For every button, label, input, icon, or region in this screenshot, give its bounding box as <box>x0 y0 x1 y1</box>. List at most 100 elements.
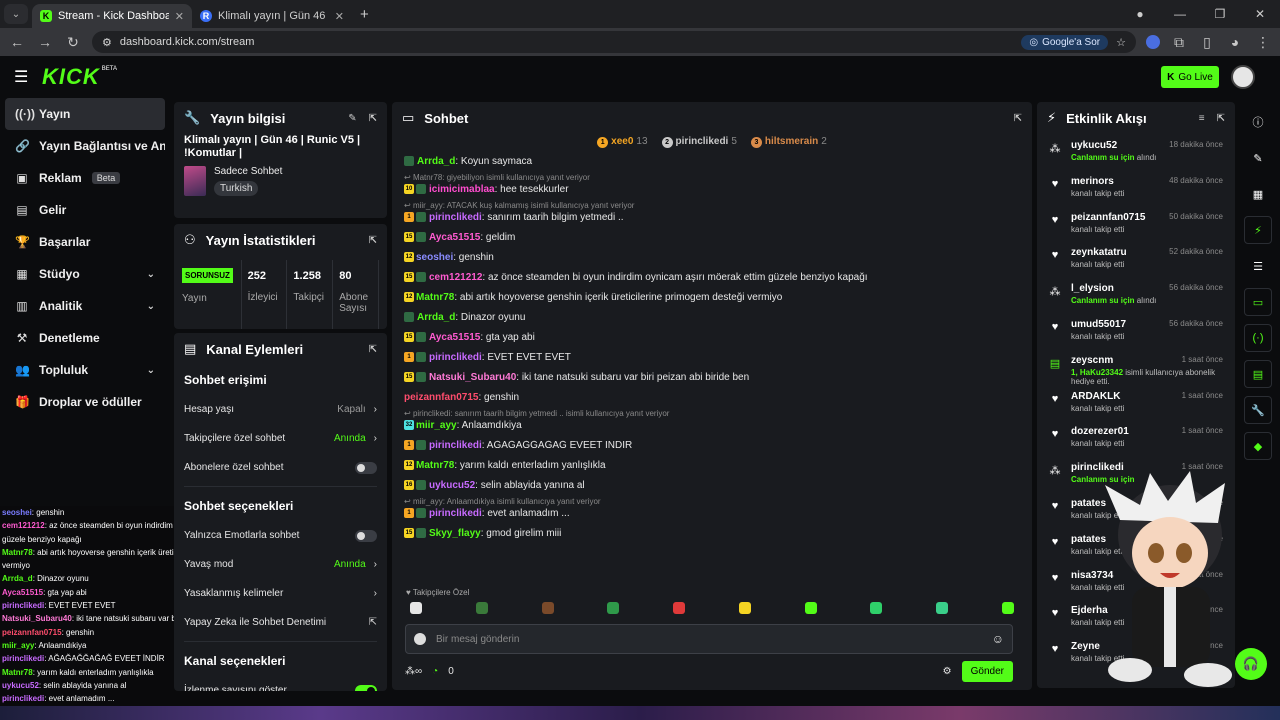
emote-box[interactable] <box>870 602 883 614</box>
activity-username[interactable]: umud55017 <box>1071 319 1126 330</box>
emote-frog[interactable] <box>607 602 620 614</box>
option-row[interactable]: Yapay Zeka ile Sohbet Denetimi ⇱ <box>174 608 387 637</box>
profile-dot-icon[interactable]: ● <box>1120 7 1160 21</box>
activity-item[interactable]: ⁂ l_elysion 56 dakika önce Canlanım su iç… <box>1037 277 1235 313</box>
toggle-switch[interactable] <box>355 684 377 691</box>
emote-slime[interactable] <box>804 602 817 614</box>
sidebar-item[interactable]: ▣ Reklam Beta <box>5 162 165 194</box>
option-row[interactable]: İzlenme sayısını göster <box>174 676 387 691</box>
chevron-right-icon[interactable]: › <box>374 559 377 570</box>
info-icon[interactable]: ⓘ <box>1244 108 1272 136</box>
popout-icon[interactable]: ⇱ <box>369 344 377 355</box>
emote-gnome[interactable] <box>475 602 488 614</box>
user-avatar[interactable] <box>1231 65 1255 89</box>
sidebar-item[interactable]: 🔗 Yayın Bağlantısı ve Anahtarı <box>5 130 165 162</box>
activity-username[interactable]: l_elysion <box>1071 283 1114 294</box>
chat-message[interactable]: 16 uykucu52: selin ablayida yanına al <box>404 480 1020 491</box>
chat-toggle-icon[interactable]: ▭ <box>1244 288 1272 316</box>
chat-username[interactable]: pirinclikedi <box>429 440 482 451</box>
google-sor-button[interactable]: ◎ Google'a Sor <box>1021 34 1109 50</box>
activity-username[interactable]: ARDAKLK <box>1071 391 1120 402</box>
option-row[interactable]: Abonelere özel sohbet <box>174 453 387 482</box>
chat-username[interactable]: cem121212 <box>429 272 482 283</box>
toggle-switch[interactable] <box>355 529 377 542</box>
chevron-down-icon[interactable]: ⌄ <box>147 269 155 280</box>
chat-input-box[interactable]: ☺ <box>405 624 1013 654</box>
sidebar-toggle-icon[interactable]: ▯ <box>1198 34 1216 51</box>
close-tab-icon[interactable]: ✕ <box>175 10 184 23</box>
emote-dance[interactable] <box>541 602 554 614</box>
chat-username[interactable]: pirinclikedi <box>429 212 482 223</box>
go-live-button[interactable]: K Go Live <box>1161 66 1219 88</box>
emote-mushroom[interactable] <box>673 602 686 614</box>
chat-username[interactable]: Arrda_d <box>417 312 455 323</box>
activity-toggle-icon[interactable]: ⚡ <box>1244 216 1272 244</box>
top-chatter[interactable]: 1 xee0 13 <box>597 136 648 148</box>
activity-username[interactable]: merinors <box>1071 176 1114 187</box>
url-field[interactable]: ⚙ dashboard.kick.com/stream ◎ Google'a So… <box>92 31 1136 53</box>
chat-message[interactable]: peizannfan0715: genshin <box>404 392 1020 403</box>
top-chatter[interactable]: 3 hiltsmerain 2 <box>750 136 827 148</box>
activity-item[interactable]: ♥ merinors 48 dakika önce kanalı takip et… <box>1037 170 1235 206</box>
activity-username[interactable]: dozerezer01 <box>1071 426 1129 437</box>
back-icon[interactable]: ← <box>8 34 26 50</box>
chat-username[interactable]: pirinclikedi <box>429 352 482 363</box>
bookmark-star-icon[interactable]: ☆ <box>1116 36 1126 49</box>
chat-username[interactable]: icimicimablaa <box>429 184 495 195</box>
sidebar-item[interactable]: ▦ Stüdyo ⌄ <box>5 258 165 290</box>
profile-avatar-icon[interactable]: ◕ <box>1226 34 1244 50</box>
edit-pencil-icon[interactable]: ✎ <box>348 113 356 124</box>
emote-banana[interactable] <box>738 602 751 614</box>
activity-item[interactable]: ⁂ uykucu52 18 dakika önce Canlanım su içi… <box>1037 134 1235 170</box>
top-chatter[interactable]: 2 pirinclikedi 5 <box>661 136 737 148</box>
kick-logo[interactable]: KICK <box>42 64 100 90</box>
chat-username[interactable]: Matnr78 <box>416 292 454 303</box>
chat-settings-gear-icon[interactable]: ⚙ <box>943 666 952 677</box>
sidebar-item[interactable]: ⚒ Denetleme <box>5 322 165 354</box>
popout-icon[interactable]: ⇱ <box>1217 113 1225 124</box>
chevron-down-icon[interactable]: ⌄ <box>147 301 155 312</box>
chevron-down-icon[interactable]: ⌄ <box>147 365 155 376</box>
sidebar-item[interactable]: ▥ Analitik ⌄ <box>5 290 165 322</box>
activity-username[interactable]: zeyscnm <box>1071 355 1113 366</box>
activity-username[interactable]: zeynkatatru <box>1071 247 1127 258</box>
site-info-icon[interactable]: ⚙ <box>102 36 112 49</box>
tab-search-icon[interactable]: ⌄ <box>4 4 28 24</box>
activity-username[interactable]: uykucu52 <box>1071 140 1117 151</box>
wrench-toggle-icon[interactable]: 🔧 <box>1244 396 1272 424</box>
chevron-right-icon[interactable]: › <box>374 588 377 599</box>
emote-smile[interactable] <box>1001 602 1014 614</box>
chat-username[interactable]: seoshei <box>416 252 453 263</box>
chat-username[interactable]: Arrda_d <box>417 156 455 167</box>
chat-message[interactable]: 15 Natsuki_Subaru40: iki tane natsuki sub… <box>404 372 1020 383</box>
chat-message[interactable]: 1 pirinclikedi: sanırım taarih bilgim yet… <box>404 212 1020 223</box>
chat-username[interactable]: miir_ayy <box>416 420 457 431</box>
option-row[interactable]: Yasaklanmış kelimeler › <box>174 579 387 608</box>
close-tab-icon[interactable]: ✕ <box>335 10 344 23</box>
hamburger-menu-icon[interactable]: ☰ <box>14 67 34 87</box>
activity-username[interactable]: peizannfan0715 <box>1071 212 1145 223</box>
chat-message[interactable]: 15 Ayca51515: geldim <box>404 232 1020 243</box>
send-button[interactable]: Gönder <box>961 660 1013 682</box>
actions-toggle-icon[interactable]: ▤ <box>1244 360 1272 388</box>
forward-icon[interactable]: → <box>36 34 54 50</box>
popout-icon[interactable]: ⇱ <box>369 113 377 124</box>
chat-username[interactable]: uykucu52 <box>429 480 475 491</box>
activity-item[interactable]: ▤ zeyscnm 1 saat önce 1, HaKu23342 isimli… <box>1037 349 1235 385</box>
sidebar-item[interactable]: 🎁 Droplar ve ödüller <box>5 386 165 418</box>
broadcast-toggle-icon[interactable]: (·) <box>1244 324 1272 352</box>
chat-username[interactable]: Ayca51515 <box>429 232 480 243</box>
chat-message[interactable]: 1 pirinclikedi: EVET EVET EVET <box>404 352 1020 363</box>
emote-ball[interactable] <box>936 602 949 614</box>
chat-message[interactable]: 12 seoshei: genshin <box>404 252 1020 263</box>
activity-item[interactable]: ♥ umud55017 56 dakika önce kanalı takip e… <box>1037 313 1235 349</box>
popout-icon[interactable]: ⇱ <box>369 235 377 246</box>
chat-username[interactable]: Matnr78 <box>416 460 454 471</box>
browser-menu-icon[interactable]: ⋮ <box>1254 34 1272 51</box>
channel-points-icon[interactable]: ⁂∞ <box>405 666 422 677</box>
external-link-icon[interactable]: ⇱ <box>369 617 377 628</box>
browser-tab-stream[interactable]: K Stream - Kick Dashboard ✕ <box>32 4 192 28</box>
chat-username[interactable]: Natsuki_Subaru40 <box>429 372 516 383</box>
new-tab-icon[interactable]: + <box>352 6 377 28</box>
sidebar-item[interactable]: 🏆 Başarılar <box>5 226 165 258</box>
